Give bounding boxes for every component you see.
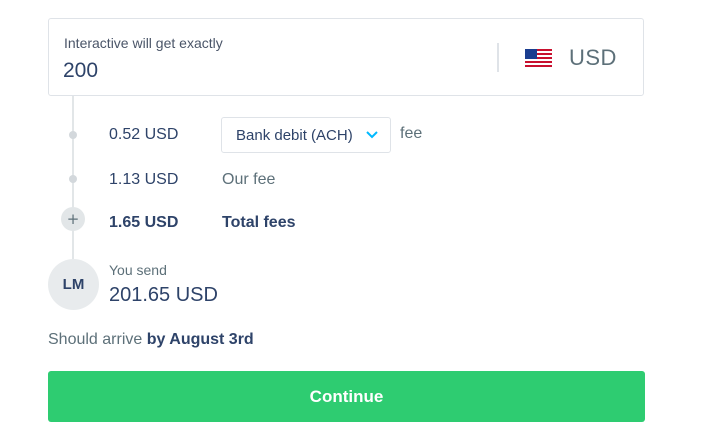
payment-method-selected: Bank debit (ACH) xyxy=(236,126,353,144)
avatar: LM xyxy=(48,259,99,310)
arrival-estimate: Should arrive by August 3rd xyxy=(48,331,254,349)
currency-selector[interactable]: USD xyxy=(525,43,617,73)
timeline-dot xyxy=(69,131,77,139)
continue-button[interactable]: Continue xyxy=(48,371,645,422)
you-send-amount: 201.65 USD xyxy=(109,284,218,306)
us-flag-icon xyxy=(525,49,552,67)
you-send-label: You send xyxy=(109,262,167,278)
field-divider xyxy=(497,43,499,72)
currency-code: USD xyxy=(569,45,617,70)
total-fees-amount: 1.65 USD xyxy=(109,214,179,231)
method-fee-amount: 0.52 USD xyxy=(109,126,179,143)
chevron-down-icon xyxy=(366,131,378,139)
plus-icon: + xyxy=(61,207,85,231)
total-fees-label: Total fees xyxy=(222,214,296,231)
recipient-amount-input[interactable]: 200 xyxy=(63,59,98,83)
recipient-amount-field[interactable]: Interactive will get exactly 200 USD xyxy=(48,18,644,96)
payment-method-dropdown[interactable]: Bank debit (ACH) xyxy=(221,117,391,153)
transfer-calculator: Interactive will get exactly 200 USD + 0… xyxy=(0,0,720,433)
arrival-prefix: Should arrive xyxy=(48,331,143,348)
method-fee-suffix: fee xyxy=(400,125,423,142)
arrival-date: by August 3rd xyxy=(146,331,254,348)
recipient-amount-label: Interactive will get exactly xyxy=(64,35,223,51)
our-fee-label: Our fee xyxy=(222,171,276,188)
timeline-dot xyxy=(69,175,77,183)
our-fee-amount: 1.13 USD xyxy=(109,171,179,188)
